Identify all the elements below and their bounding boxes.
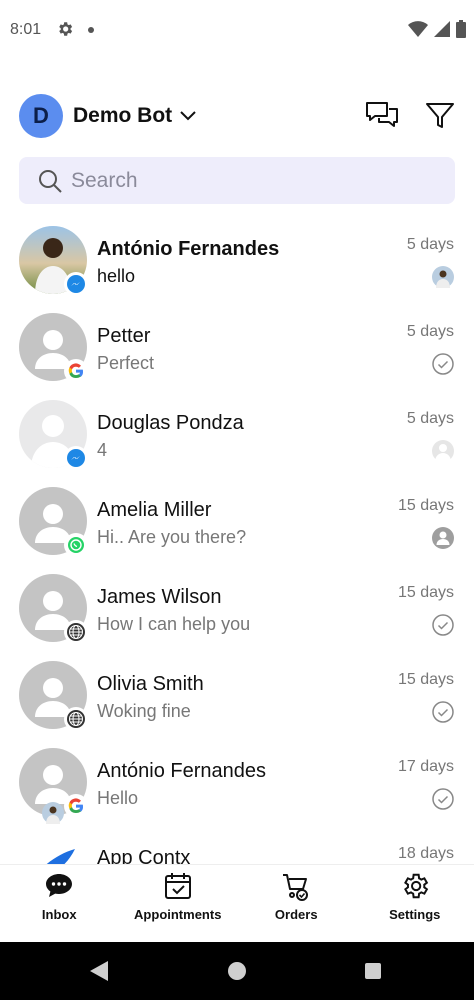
contact-name: Petter	[97, 325, 151, 347]
google-icon	[64, 794, 88, 818]
org-name[interactable]: Demo Bot	[73, 104, 172, 128]
conversation-item[interactable]: Douglas Pondza 4 5 days	[0, 396, 474, 483]
wifi-icon	[408, 21, 428, 37]
signal-icon	[434, 21, 450, 37]
nav-orders[interactable]: Orders	[237, 865, 356, 942]
status-bar: 8:01	[0, 0, 474, 60]
check-circle-icon	[432, 701, 454, 723]
nav-orders-label: Orders	[274, 907, 318, 922]
contact-name: António Fernandes	[97, 760, 267, 782]
globe-icon	[64, 707, 88, 731]
notification-dot	[88, 27, 94, 33]
back-icon[interactable]	[90, 961, 108, 981]
recent-apps-icon[interactable]	[365, 963, 381, 979]
agent-avatar	[432, 266, 454, 288]
bottom-nav: Inbox Appointments Orders Settings	[0, 864, 474, 942]
google-icon	[64, 359, 88, 383]
message-preview: How I can help you	[97, 614, 251, 634]
org-avatar[interactable]: D	[19, 94, 63, 138]
message-time: 15 days	[397, 671, 454, 688]
chat-bubbles-icon[interactable]	[365, 100, 399, 130]
contact-name: Douglas Pondza	[97, 412, 244, 434]
conversation-item[interactable]: António Fernandes Hello 17 days	[0, 744, 474, 831]
home-icon[interactable]	[228, 962, 246, 980]
globe-icon	[64, 620, 88, 644]
nav-appointments-label: Appointments	[134, 907, 222, 922]
contact-name: Amelia Miller	[97, 499, 212, 521]
profile-placeholder	[432, 440, 454, 462]
conversation-list: António Fernandes hello 5 days Petter Pe…	[0, 222, 474, 864]
battery-icon	[456, 20, 466, 38]
app-header: D Demo Bot	[19, 92, 459, 142]
search-icon	[39, 170, 62, 193]
chat-bubble-icon	[46, 874, 73, 897]
messenger-icon	[64, 446, 88, 470]
check-circle-icon	[432, 788, 454, 810]
conversation-item[interactable]: António Fernandes hello 5 days	[0, 222, 474, 309]
calendar-check-icon	[164, 873, 191, 899]
message-preview: hello	[97, 266, 136, 286]
message-time: 15 days	[397, 584, 454, 601]
nav-inbox[interactable]: Inbox	[0, 865, 119, 942]
check-circle-icon	[432, 614, 454, 636]
messenger-icon	[64, 272, 88, 296]
gear-icon	[403, 873, 428, 899]
nav-settings[interactable]: Settings	[356, 865, 474, 942]
conversation-item[interactable]: Amelia Miller Hi.. Are you there? 15 day…	[0, 483, 474, 570]
chevron-down-icon[interactable]	[179, 106, 197, 124]
status-icons	[408, 20, 466, 38]
person-circle-icon	[432, 527, 454, 549]
search-input[interactable]	[71, 163, 431, 199]
contact-name: App Contx	[97, 847, 191, 864]
status-time: 8:01	[10, 21, 42, 38]
message-preview: Woking fine	[97, 701, 191, 721]
contact-avatar	[19, 835, 87, 864]
contact-name: António Fernandes	[97, 238, 280, 260]
message-preview: Perfect	[97, 353, 155, 373]
conversation-item[interactable]: Olivia Smith Woking fine 15 days	[0, 657, 474, 744]
gear-icon	[59, 22, 73, 36]
contact-name: Olivia Smith	[97, 673, 204, 695]
check-circle-icon	[432, 353, 454, 375]
message-time: 15 days	[397, 497, 454, 514]
filter-icon[interactable]	[424, 100, 456, 132]
message-preview: Hi.. Are you there?	[97, 527, 247, 547]
search-bar[interactable]	[19, 157, 455, 204]
cart-check-icon	[283, 874, 309, 901]
conversation-item[interactable]: Petter Perfect 5 days	[0, 309, 474, 396]
message-time: 5 days	[406, 410, 454, 427]
message-time: 17 days	[397, 758, 454, 775]
contact-name: James Wilson	[97, 586, 222, 608]
agent-avatar	[42, 802, 64, 824]
nav-settings-label: Settings	[389, 907, 441, 922]
message-time: 18 days	[397, 845, 454, 862]
system-nav-bar	[0, 942, 474, 1000]
nav-inbox-label: Inbox	[41, 907, 77, 922]
message-time: 5 days	[406, 323, 454, 340]
whatsapp-icon	[64, 533, 88, 557]
message-preview: 4	[97, 440, 108, 460]
conversation-item[interactable]: App Contx 18 days	[0, 831, 474, 864]
message-time: 5 days	[406, 236, 454, 253]
conversation-item[interactable]: James Wilson How I can help you 15 days	[0, 570, 474, 657]
message-preview: Hello	[97, 788, 139, 808]
nav-appointments[interactable]: Appointments	[119, 865, 238, 942]
